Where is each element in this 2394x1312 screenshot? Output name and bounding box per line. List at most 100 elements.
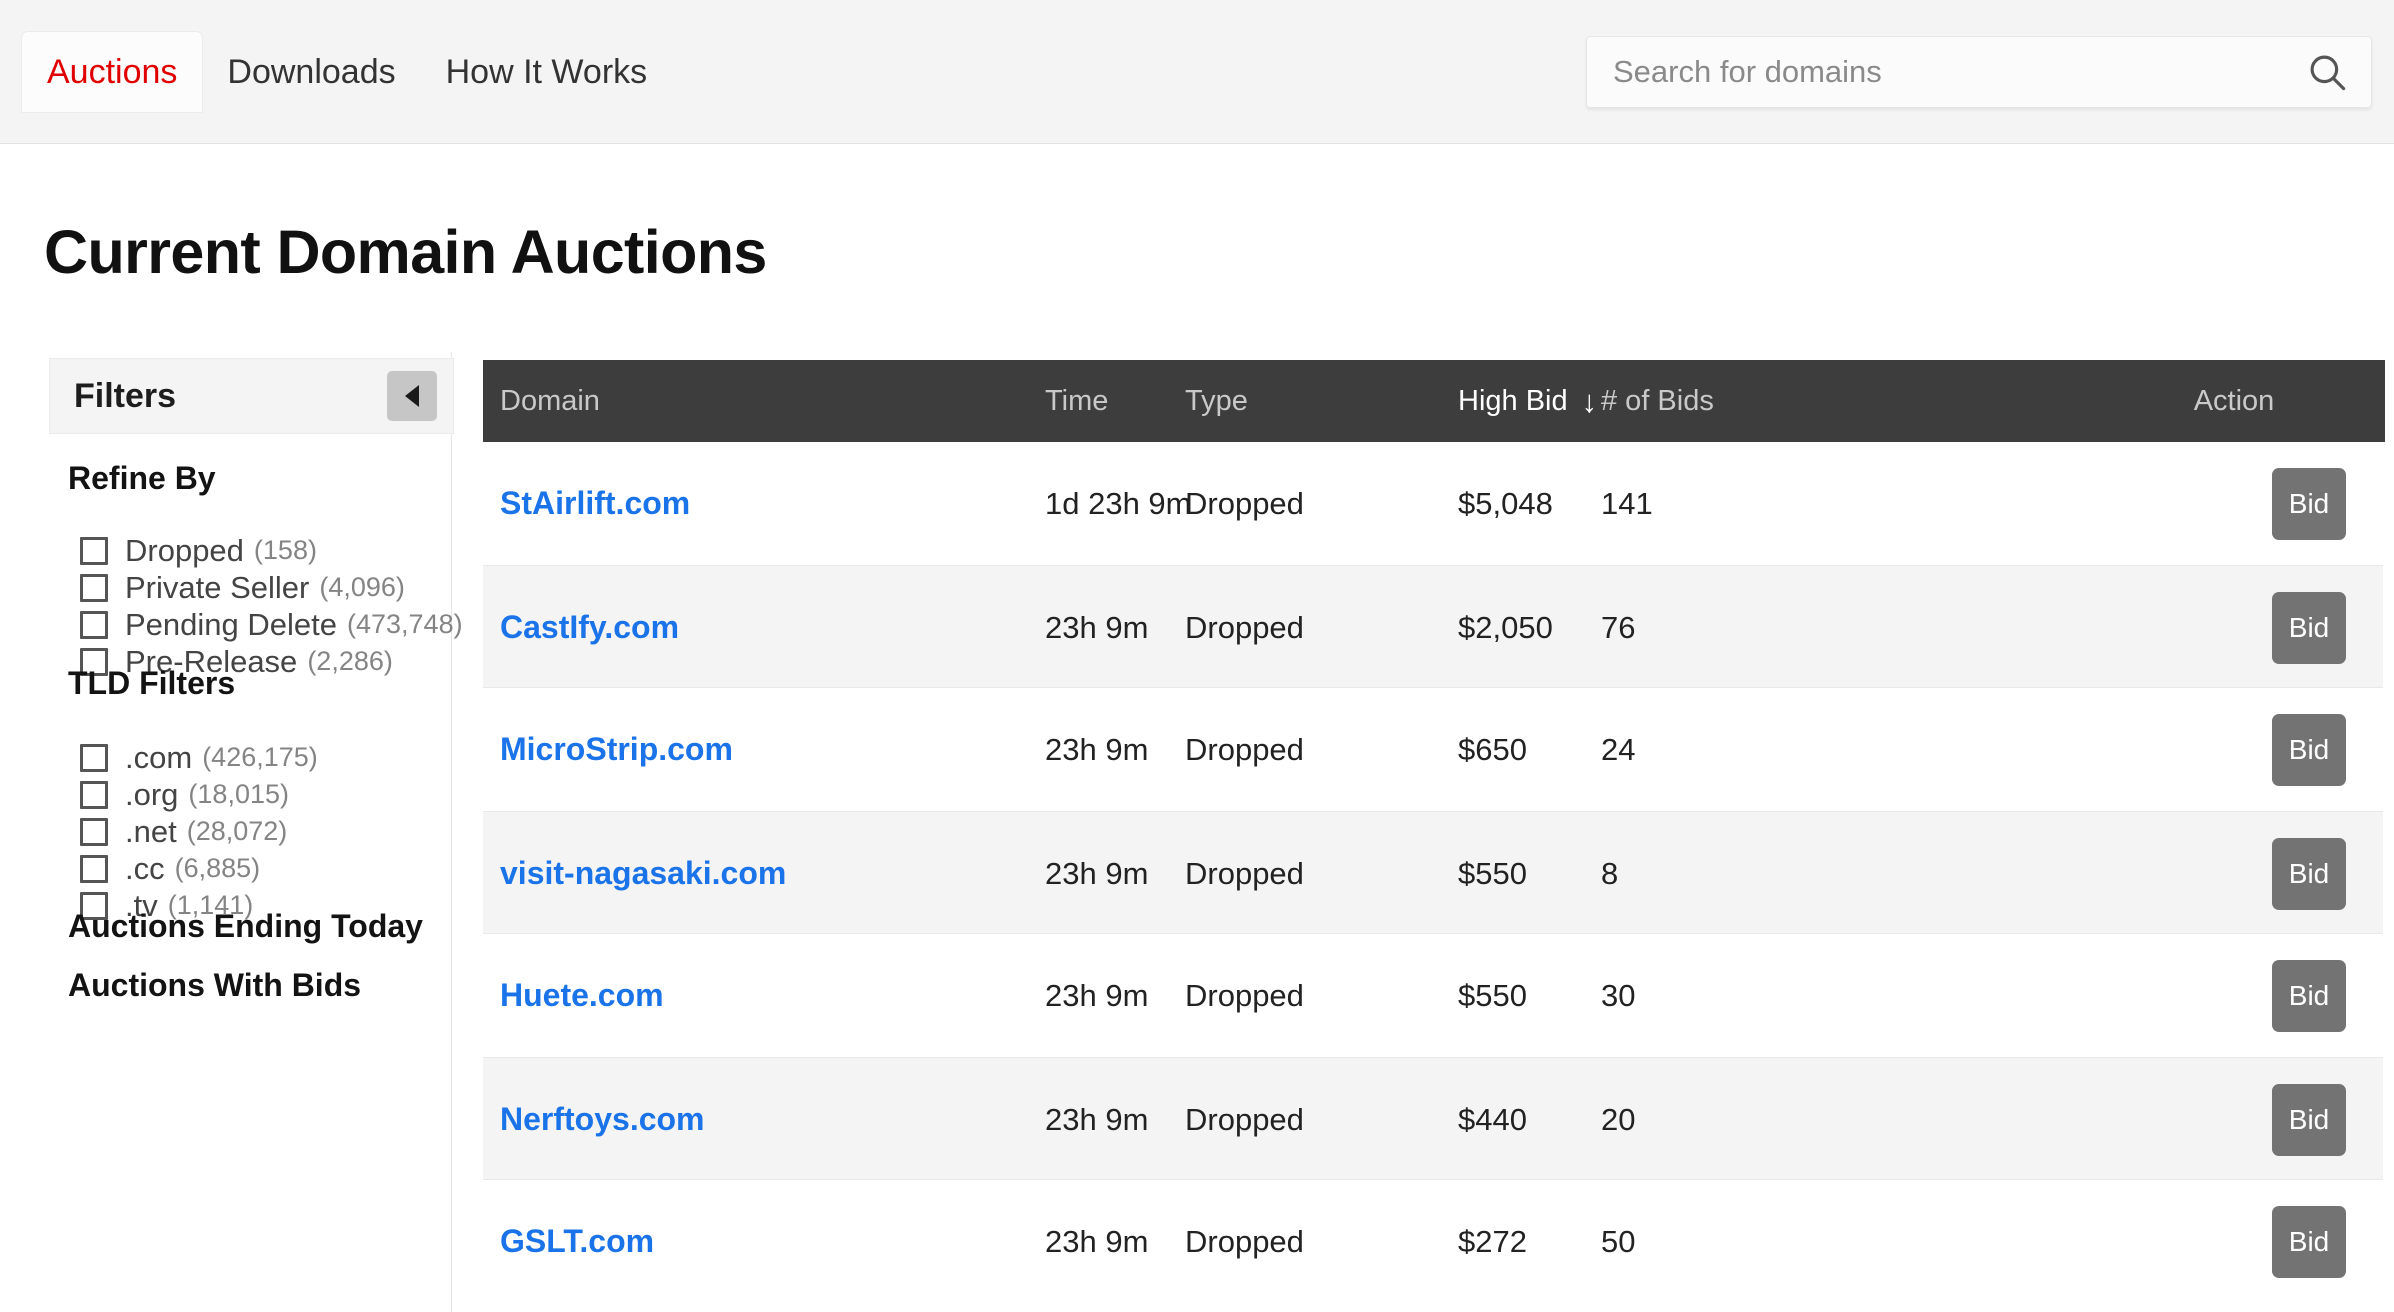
domain-link[interactable]: MicroStrip.com <box>500 731 733 768</box>
bid-button[interactable]: Bid <box>2272 960 2346 1032</box>
column-header-label: Domain <box>500 384 600 417</box>
table-row: GSLT.com 23h 9m Dropped $272 50 Bid <box>483 1180 2348 1303</box>
column-header-time[interactable]: Time <box>1045 360 1108 442</box>
filter-option-private-seller[interactable]: Private Seller (4,096) <box>80 572 405 603</box>
search-input[interactable] <box>1587 37 2283 107</box>
cell-domain: StAirlift.com <box>500 442 690 565</box>
column-header-bids[interactable]: # of Bids <box>1601 360 1714 442</box>
nav-tab-downloads[interactable]: Downloads <box>202 32 420 112</box>
filter-section-title-refine-by: Refine By <box>68 460 216 496</box>
cell-time: 23h 9m <box>1045 1101 1149 1137</box>
domain-link[interactable]: GSLT.com <box>500 1223 654 1260</box>
cell-high-bid: $2,050 <box>1458 609 1553 645</box>
filter-option-dot-com[interactable]: .com (426,175) <box>80 742 318 773</box>
cell-time: 23h 9m <box>1045 1223 1149 1259</box>
checkbox-icon[interactable] <box>80 573 108 602</box>
table-row: visit-nagasaki.com 23h 9m Dropped $550 8 Bid <box>483 811 2383 934</box>
filter-option-label: .net <box>125 814 177 849</box>
cell-domain: visit-nagasaki.com <box>500 812 786 935</box>
domain-link[interactable]: Huete.com <box>500 977 664 1014</box>
cell-bids: 30 <box>1601 977 1636 1013</box>
filter-option-label: .cc <box>125 851 165 886</box>
filters-panel-header: Filters <box>49 358 454 434</box>
table-body: StAirlift.com 1d 23h 9m Dropped $5,048 141 Bi… <box>483 442 2394 1303</box>
cell-time: 23h 9m <box>1045 609 1149 645</box>
cell-high-bid: $650 <box>1458 731 1527 767</box>
cell-domain: GSLT.com <box>500 1180 654 1303</box>
filter-option-dropped[interactable]: Dropped (158) <box>80 535 317 566</box>
filter-option-count: (28,072) <box>186 816 288 846</box>
sidebar-collapse-button[interactable] <box>387 371 437 421</box>
cell-domain: MicroStrip.com <box>500 688 733 811</box>
column-header-label: # of Bids <box>1601 384 1714 417</box>
cell-domain: Nerftoys.com <box>500 1058 705 1181</box>
filter-option-count: (426,175) <box>202 742 318 772</box>
checkbox-icon[interactable] <box>80 610 108 639</box>
table-row: MicroStrip.com 23h 9m Dropped $650 24 Bid <box>483 688 2348 811</box>
search-box[interactable] <box>1586 36 2372 108</box>
bid-button[interactable]: Bid <box>2272 1206 2346 1278</box>
filter-option-count: (6,885) <box>174 853 261 883</box>
cell-bids: 24 <box>1601 731 1636 767</box>
domain-link[interactable]: visit-nagasaki.com <box>500 855 786 892</box>
domain-link[interactable]: CastIfy.com <box>500 609 679 646</box>
nav-tab-list: Auctions Downloads How It Works <box>22 32 672 112</box>
sidebar-link-auctions-with-bids[interactable]: Auctions With Bids <box>68 969 361 1001</box>
cell-bids: 141 <box>1601 485 1653 521</box>
domain-link[interactable]: StAirlift.com <box>500 485 690 522</box>
cell-bids: 50 <box>1601 1223 1636 1259</box>
cell-bids: 8 <box>1601 855 1619 891</box>
bid-button[interactable]: Bid <box>2272 592 2346 664</box>
column-header-type[interactable]: Type <box>1185 360 1248 442</box>
cell-type: Dropped <box>1185 1101 1304 1137</box>
filter-option-count: (2,286) <box>307 646 393 676</box>
cell-type: Dropped <box>1185 485 1304 521</box>
checkbox-icon[interactable] <box>80 743 108 772</box>
sidebar-link-auctions-ending-today[interactable]: Auctions Ending Today <box>68 910 423 942</box>
cell-type: Dropped <box>1185 1223 1304 1259</box>
nav-tab-auctions[interactable]: Auctions <box>22 32 203 112</box>
bid-button[interactable]: Bid <box>2272 838 2346 910</box>
filter-option-count: (18,015) <box>188 779 289 809</box>
bid-button[interactable]: Bid <box>2272 468 2346 540</box>
table-header-row: Domain Time Type High Bid ↓ # of Bids Action <box>483 360 2385 442</box>
cell-type: Dropped <box>1185 609 1304 645</box>
domain-link[interactable]: Nerftoys.com <box>500 1101 705 1138</box>
cell-domain: Huete.com <box>500 934 664 1057</box>
cell-high-bid: $440 <box>1458 1101 1527 1137</box>
checkbox-icon[interactable] <box>80 817 108 846</box>
filter-option-count: (4,096) <box>319 572 405 602</box>
checkbox-icon[interactable] <box>80 536 108 565</box>
cell-high-bid: $550 <box>1458 855 1527 891</box>
cell-type: Dropped <box>1185 855 1304 891</box>
column-header-domain[interactable]: Domain <box>500 360 600 442</box>
filter-option-label: Private Seller <box>125 570 310 605</box>
filter-option-dot-org[interactable]: .org (18,015) <box>80 779 289 810</box>
nav-tab-how-it-works[interactable]: How It Works <box>421 32 673 112</box>
filter-option-label: .com <box>125 740 193 775</box>
checkbox-icon[interactable] <box>80 854 108 883</box>
search-icon[interactable] <box>2283 37 2371 107</box>
filter-section-title-tld-filters: TLD Filters <box>68 665 236 701</box>
top-navigation-bar: Auctions Downloads How It Works <box>0 0 2394 144</box>
column-header-highbid[interactable]: High Bid ↓ <box>1458 360 1597 442</box>
filter-option-dot-cc[interactable]: .cc (6,885) <box>80 853 260 884</box>
column-header-label: High Bid <box>1458 384 1568 417</box>
cell-high-bid: $5,048 <box>1458 485 1553 521</box>
filter-option-label: Dropped <box>125 533 244 568</box>
bid-button[interactable]: Bid <box>2272 1084 2346 1156</box>
checkbox-icon[interactable] <box>80 780 108 809</box>
filter-option-pending-delete[interactable]: Pending Delete (473,748) <box>80 609 463 640</box>
filters-sidebar: Filters Refine By Dropped (158) Private Sel… <box>0 352 463 1312</box>
cell-bids: 76 <box>1601 609 1636 645</box>
bid-button[interactable]: Bid <box>2272 714 2346 786</box>
table-row: CastIfy.com 23h 9m Dropped $2,050 76 Bid <box>483 565 2383 688</box>
table-row: Nerftoys.com 23h 9m Dropped $440 20 Bid <box>483 1057 2383 1180</box>
sort-descending-icon: ↓ <box>1581 383 1598 419</box>
table-row: StAirlift.com 1d 23h 9m Dropped $5,048 141 Bi… <box>483 442 2348 565</box>
cell-time: 23h 9m <box>1045 731 1149 767</box>
table-row: Huete.com 23h 9m Dropped $550 30 Bid <box>483 934 2348 1057</box>
column-header-action[interactable]: Action <box>2083 360 2385 442</box>
filter-option-dot-net[interactable]: .net (28,072) <box>80 816 287 847</box>
cell-type: Dropped <box>1185 731 1304 767</box>
